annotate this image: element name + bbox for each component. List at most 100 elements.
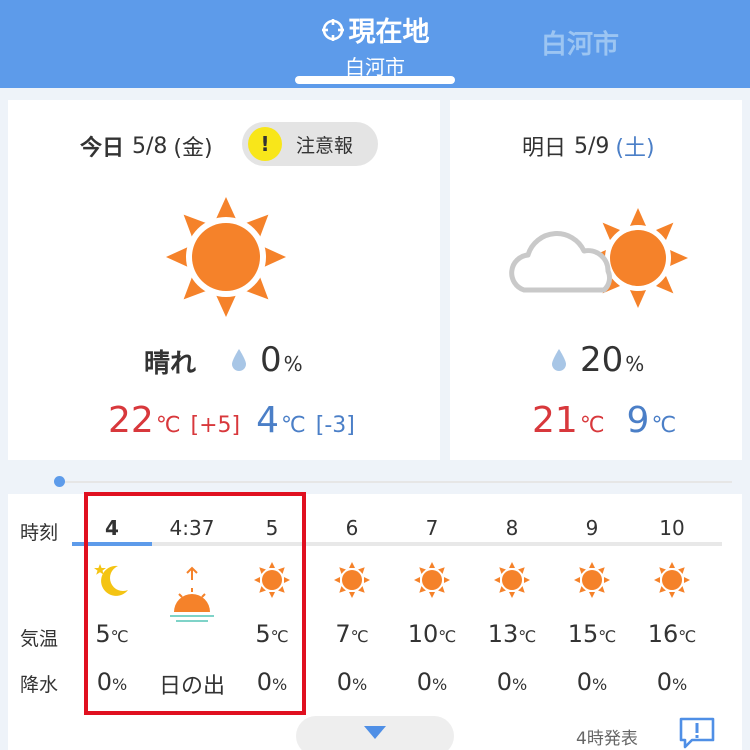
hour-temp: 13℃ <box>472 620 552 648</box>
timeline-track[interactable] <box>60 481 732 483</box>
time-axis-current <box>72 542 152 546</box>
hour-temp-value: 15 <box>567 620 599 648</box>
tomorrow-date-value: 5/9 <box>574 133 610 159</box>
hourly-forecast-table[interactable]: 時刻 気温 降水 4 5℃ 0% 4:37 日の出 5 5℃ 0% 6 7℃ 0% 7 10℃ 0% 8 13… <box>8 494 742 750</box>
hour-label: 7 <box>425 516 439 540</box>
active-tab-indicator <box>295 76 455 84</box>
hour-label: 4:37 <box>169 516 215 540</box>
hour-temp: 5℃ <box>232 620 312 648</box>
today-condition: 晴れ <box>144 349 197 379</box>
today-low-diff: [-3] <box>315 413 355 438</box>
hour-label: 4 <box>105 516 119 540</box>
hour-label: 9 <box>585 516 599 540</box>
hour-label: 5 <box>265 516 279 540</box>
feedback-icon[interactable] <box>678 716 716 750</box>
hour-rain-value: 0 <box>496 668 513 696</box>
hour-rain-value: 0 <box>256 668 273 696</box>
sun-icon <box>166 197 286 317</box>
hour-temp-unit: ℃ <box>350 627 369 646</box>
hour-rain-unit: % <box>672 675 688 694</box>
timeline-dot[interactable] <box>54 476 65 487</box>
hour-temp-value: 16 <box>647 620 679 648</box>
hour-temp: 7℃ <box>312 620 392 648</box>
hour-rain-unit: % <box>592 675 608 694</box>
hour-rain-value: 日の出 <box>158 674 225 699</box>
hour-rain: 0% <box>552 668 632 696</box>
hour-label: 10 <box>659 516 685 540</box>
warning-badge[interactable]: ! 注意報 <box>242 122 378 166</box>
sun-icon <box>334 562 370 598</box>
today-high-unit: ℃ <box>155 413 181 438</box>
tab-current-location[interactable]: 現在地 白河市 <box>295 10 455 80</box>
row-label-time: 時刻 <box>20 522 59 544</box>
issued-time: 4時発表 <box>576 729 638 749</box>
time-axis-line <box>72 542 722 546</box>
hour-rain-value: 0 <box>656 668 673 696</box>
today-rain-value: 0 <box>260 340 282 380</box>
hour-rain: 0% <box>312 668 392 696</box>
hour-temp-unit: ℃ <box>110 627 129 646</box>
hour-temp: 10℃ <box>392 620 472 648</box>
row-label-rain: 降水 <box>20 674 59 696</box>
today-temps: 22 ℃ [+5] 4 ℃ [-3] <box>108 400 371 441</box>
hour-rain-unit: % <box>512 675 528 694</box>
hour-weather-icon <box>232 560 312 600</box>
expand-button[interactable] <box>296 716 454 750</box>
current-tab-title: 現在地 <box>348 17 430 48</box>
hour-rain: 0% <box>632 668 712 696</box>
chevron-down-icon <box>364 726 386 739</box>
today-low: 4 <box>256 400 280 441</box>
today-rain-unit: % <box>283 352 303 376</box>
sun-icon <box>574 562 610 598</box>
hour-temp: 16℃ <box>632 620 712 648</box>
raindrop-icon <box>552 349 566 371</box>
moon-icon <box>94 564 128 596</box>
tomorrow-low: 9 <box>626 400 650 441</box>
today-rain: 0 % <box>232 340 303 380</box>
location-target-icon <box>321 18 344 41</box>
tomorrow-weekday: (土) <box>615 136 655 161</box>
hour-weather-icon <box>632 560 712 600</box>
today-label: 今日 <box>80 136 125 161</box>
hour-rain-value: 0 <box>416 668 433 696</box>
hour-temp-value: 10 <box>407 620 439 648</box>
hour-temp-unit: ℃ <box>438 627 457 646</box>
hour-temp-value: 13 <box>487 620 519 648</box>
raindrop-icon <box>232 349 246 371</box>
sun-icon <box>414 562 450 598</box>
tomorrow-rain-unit: % <box>625 352 645 376</box>
cloud-sun-icon <box>509 208 688 308</box>
hour-rain-value: 0 <box>96 668 113 696</box>
sun-icon <box>654 562 690 598</box>
hour-rain-unit: % <box>352 675 368 694</box>
tab-shirakawa[interactable]: 白河市 <box>520 24 640 61</box>
hour-rain-unit: % <box>112 675 128 694</box>
today-date: 今日 5/8 (金) <box>80 130 213 162</box>
hour-weather-icon <box>152 566 232 630</box>
today-high-diff: [+5] <box>190 413 241 438</box>
today-forecast-card[interactable]: 今日 5/8 (金) ! 注意報 晴れ 0 % 22 ℃ [+5] 4 ℃ [-… <box>8 100 440 460</box>
sunrise-icon <box>170 566 214 622</box>
hour-label: 8 <box>505 516 519 540</box>
sunrise-label: 日の出 <box>152 668 232 700</box>
hour-temp-unit: ℃ <box>598 627 617 646</box>
tomorrow-rain-value: 20 <box>580 340 624 380</box>
hour-weather-icon <box>552 560 632 600</box>
tomorrow-high: 21 <box>532 400 578 441</box>
hour-rain-unit: % <box>432 675 448 694</box>
hour-label: 6 <box>345 516 359 540</box>
hour-weather-icon <box>472 560 552 600</box>
hour-temp-value: 5 <box>255 620 271 648</box>
hour-temp-unit: ℃ <box>518 627 537 646</box>
today-low-unit: ℃ <box>281 413 306 438</box>
tomorrow-rain: 20 % <box>552 340 644 380</box>
tomorrow-forecast-card[interactable]: 明日 5/9 (土) 20 % 21 ℃ 9 ℃ <box>450 100 742 460</box>
hour-rain: 0% <box>472 668 552 696</box>
hour-temp-unit: ℃ <box>270 627 289 646</box>
hour-temp: 5℃ <box>72 620 152 648</box>
today-date-value: 5/8 <box>132 133 168 159</box>
hour-rain-unit: % <box>272 675 288 694</box>
hour-temp-value: 5 <box>95 620 111 648</box>
hour-rain: 0% <box>392 668 472 696</box>
row-label-temp: 気温 <box>20 628 59 650</box>
